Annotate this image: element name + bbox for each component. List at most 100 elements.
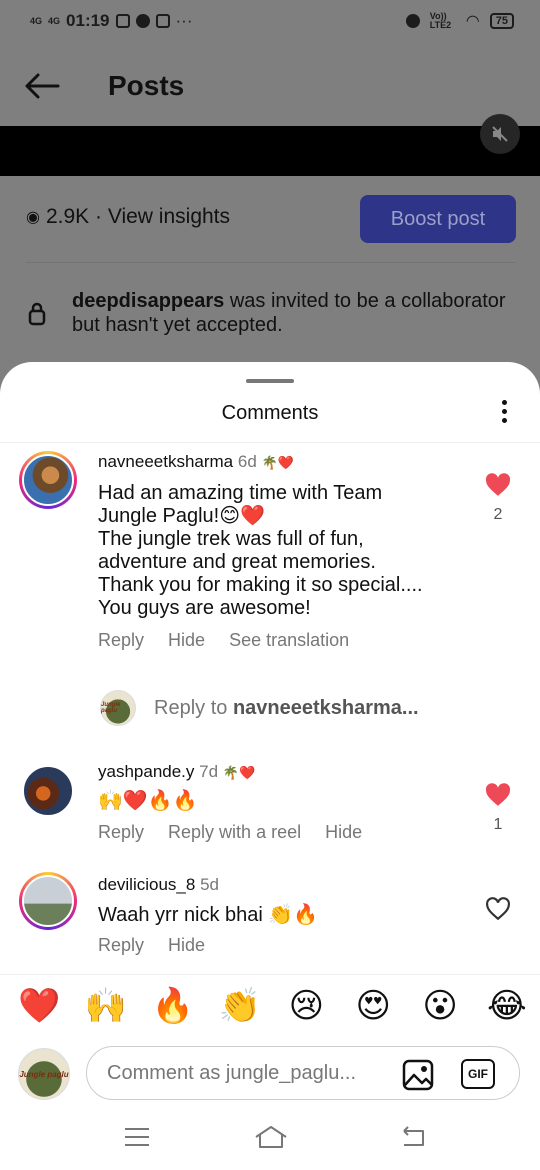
- reaction-raised-hands[interactable]: 🙌: [85, 986, 127, 1026]
- chat-notif-icon: [135, 14, 150, 28]
- comment-time: 5d: [200, 875, 219, 894]
- reaction-heart[interactable]: ❤️: [18, 986, 60, 1026]
- comment-actions: Reply Reply with a reel Hide: [98, 822, 362, 843]
- network-2: 4G: [48, 15, 61, 26]
- network-1: 4G: [30, 15, 43, 26]
- more-notifs: ···: [175, 11, 193, 30]
- more-options-icon[interactable]: [496, 400, 512, 428]
- liked-by-author-icon: 🌴❤️: [222, 765, 256, 780]
- heart-filled-icon[interactable]: [485, 783, 511, 807]
- comment-composer: Jungle paglu GIF: [18, 1046, 522, 1102]
- comment-line: Had an amazing time with Team: [98, 482, 383, 504]
- lock-icon: [28, 302, 46, 326]
- hide-button[interactable]: Hide: [168, 630, 205, 651]
- avatar[interactable]: [19, 872, 77, 930]
- comment-text: 🙌❤️🔥🔥: [98, 790, 198, 812]
- back-arrow-icon[interactable]: [22, 66, 62, 106]
- boost-post-button[interactable]: Boost post: [360, 195, 516, 243]
- comment-input[interactable]: [107, 1057, 387, 1089]
- reaction-sad[interactable]: 😢: [285, 986, 327, 1026]
- comment-time: 6d: [237, 452, 257, 471]
- mail-notif-icon: [155, 14, 170, 28]
- reaction-surprised[interactable]: 😮: [419, 986, 461, 1026]
- collaborator-username[interactable]: deepdisappears: [72, 290, 224, 312]
- comment-line: The jungle trek was full of fun,: [98, 528, 364, 550]
- comment-username-row: yashpande.y 7d 🌴❤️: [98, 762, 255, 782]
- top-bar: Posts: [0, 50, 540, 120]
- back-nav-icon[interactable]: [398, 1123, 428, 1151]
- battery-level: 75: [489, 13, 514, 29]
- divider: [0, 442, 540, 443]
- liked-by-author-icon: 🌴❤️: [261, 455, 294, 470]
- reply-button[interactable]: Reply: [98, 822, 144, 843]
- comment-actions: Reply Hide: [98, 935, 205, 956]
- video-preview[interactable]: [0, 126, 540, 176]
- comment-line: Jungle Paglu!😊❤️: [98, 505, 265, 527]
- gif-button[interactable]: GIF: [461, 1059, 495, 1089]
- speaker-muted-icon: [492, 126, 508, 142]
- collaborator-notice: deepdisappears was invited to be a colla…: [72, 289, 512, 337]
- view-insights-link[interactable]: ◉ 2.9K · View insights: [26, 205, 230, 229]
- heart-filled-icon[interactable]: [485, 473, 511, 497]
- reply-button[interactable]: Reply: [98, 935, 144, 956]
- quick-reactions: ❤️ 🙌 🔥 👏 😢 😍 😮 😂: [18, 986, 528, 1026]
- reaction-clap[interactable]: 👏: [219, 986, 261, 1026]
- image-icon[interactable]: [401, 1058, 435, 1092]
- status-bar: 4G 4G 01:19 ··· Vo)) LTE2 ◠ 75: [0, 0, 540, 42]
- alarm-icon: [405, 14, 420, 28]
- my-avatar: Jungle paglu: [18, 1048, 70, 1100]
- comment-text: Waah yrr nick bhai 👏🔥: [98, 904, 319, 926]
- reply-user: navneeetksharma...: [232, 696, 419, 719]
- comment-line: You guys are awesome!: [98, 597, 311, 619]
- see-translation-button[interactable]: See translation: [229, 630, 349, 651]
- reply-with-reel-button[interactable]: Reply with a reel: [168, 822, 301, 843]
- avatar[interactable]: [19, 762, 77, 820]
- volte-label: Vo)) LTE2: [429, 11, 452, 30]
- sheet-title: Comments: [221, 402, 319, 424]
- hide-button[interactable]: Hide: [168, 935, 205, 956]
- page-title: Posts: [108, 70, 185, 101]
- comments-sheet: Comments navneeetksharma 6d 🌴❤️ Had an a…: [0, 362, 540, 1170]
- comment-username-row: navneeetksharma 6d 🌴❤️: [98, 452, 294, 472]
- avatar[interactable]: [19, 451, 77, 509]
- my-avatar: Jungle paglu: [100, 690, 136, 726]
- recent-apps-icon[interactable]: [122, 1123, 152, 1151]
- comment-username-row: devilicious_8 5d: [98, 875, 219, 895]
- like-count[interactable]: 2: [483, 506, 513, 524]
- like-count[interactable]: 1: [483, 816, 513, 834]
- system-nav-bar: [0, 1117, 540, 1157]
- avatar-label: Jungle paglu: [19, 1069, 69, 1079]
- like-column: 1: [483, 783, 513, 834]
- sheet-drag-handle[interactable]: [246, 379, 294, 383]
- mute-button[interactable]: [480, 114, 520, 154]
- reply-prefix: Reply to: [154, 696, 228, 719]
- clock: 01:19: [66, 11, 110, 30]
- comment-username[interactable]: yashpande.y: [98, 762, 194, 781]
- like-column: 2: [483, 473, 513, 524]
- reaction-fire[interactable]: 🔥: [152, 986, 194, 1026]
- eye-icon: ◉: [26, 209, 40, 226]
- comment-username[interactable]: devilicious_8: [98, 875, 195, 894]
- hide-button[interactable]: Hide: [325, 822, 362, 843]
- comment-time: 7d: [199, 762, 219, 781]
- reply-button[interactable]: Reply: [98, 630, 144, 651]
- reply-to-text: Reply to navneeetksharma...: [154, 697, 419, 720]
- reply-prompt[interactable]: Jungle paglu Reply to navneeetksharma...: [100, 690, 419, 726]
- reaction-laughing[interactable]: 😂: [486, 986, 528, 1026]
- divider: [0, 974, 540, 975]
- reaction-heart-eyes[interactable]: 😍: [352, 986, 394, 1026]
- comment-input-wrapper: GIF: [86, 1046, 520, 1100]
- heart-outline-icon[interactable]: [485, 897, 511, 921]
- comment-line: Thank you for making it so special....: [98, 574, 423, 596]
- home-icon[interactable]: [254, 1123, 288, 1151]
- comment-line: adventure and great memories.: [98, 551, 376, 573]
- comment-text: Had an amazing time with Team Jungle Pag…: [98, 482, 468, 620]
- comment-actions: Reply Hide See translation: [98, 630, 349, 651]
- comment-username[interactable]: navneeetksharma: [98, 452, 233, 471]
- wifi-icon: ◠: [465, 13, 480, 30]
- avatar-label: Jungle paglu: [101, 702, 121, 714]
- like-column: [483, 897, 513, 926]
- views-text: 2.9K · View insights: [45, 205, 231, 228]
- divider: [26, 262, 516, 263]
- instagram-notif-icon: [115, 14, 130, 28]
